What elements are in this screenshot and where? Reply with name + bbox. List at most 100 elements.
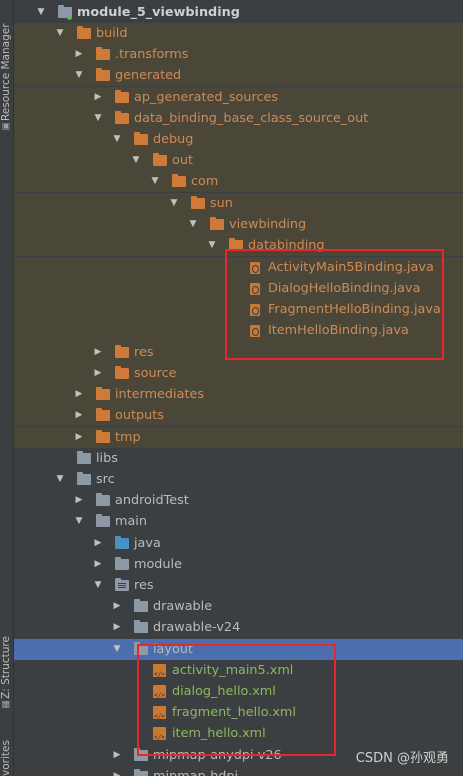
tree-node-intermediates[interactable]: ▶ intermediates — [14, 384, 463, 405]
folder-icon — [153, 153, 167, 166]
collapse-arrow-icon[interactable]: ▶ — [74, 427, 84, 448]
tree-node-java[interactable]: ▶ java — [14, 533, 463, 554]
tree-node-outputs[interactable]: ▶ outputs — [14, 405, 463, 426]
expand-arrow-icon[interactable]: ▼ — [150, 171, 160, 192]
tree-node-label: source — [134, 366, 177, 381]
expand-arrow-icon[interactable]: ▼ — [188, 214, 198, 235]
folder-icon — [115, 90, 129, 103]
resource-manager-tab[interactable]: ▣ Resource Manager — [0, 4, 13, 134]
tree-node-label: sun — [210, 196, 233, 211]
tree-node-label: androidTest — [115, 493, 189, 508]
expand-arrow-icon[interactable]: ▼ — [55, 23, 65, 44]
resource-manager-icon: ▣ — [1, 121, 11, 131]
tree-node-label: module — [134, 557, 182, 572]
folder-icon — [96, 408, 110, 421]
expand-arrow-icon[interactable]: ▼ — [207, 235, 217, 256]
collapse-arrow-icon[interactable]: ▶ — [93, 87, 103, 108]
tree-node-source[interactable]: ▶ source — [14, 363, 463, 384]
tree-node-label: .transforms — [115, 47, 189, 62]
folder-icon — [115, 345, 129, 358]
collapse-arrow-icon[interactable]: ▶ — [112, 745, 122, 766]
tree-node-module[interactable]: ▶ module — [14, 554, 463, 575]
expand-arrow-icon[interactable]: ▼ — [112, 639, 122, 660]
collapse-arrow-icon[interactable]: ▶ — [93, 533, 103, 554]
watermark: CSDN @孙观勇 — [355, 751, 449, 766]
tree-node-label: java — [134, 536, 161, 551]
expand-arrow-icon[interactable]: ▼ — [169, 193, 179, 214]
structure-icon: ▦ — [1, 699, 11, 709]
tree-node-drawable-v24[interactable]: ▶ drawable-v24 — [14, 617, 463, 638]
collapse-arrow-icon[interactable]: ▶ — [93, 554, 103, 575]
tree-node-sun[interactable]: ▼ sun — [14, 193, 463, 214]
tree-node-ap-generated-sources[interactable]: ▶ ap_generated_sources — [14, 87, 463, 108]
tree-node-debug[interactable]: ▼ debug — [14, 129, 463, 150]
favorites-label: vorites — [0, 740, 12, 776]
expand-arrow-icon[interactable]: ▼ — [93, 108, 103, 129]
tree-node-label: main — [115, 514, 147, 529]
folder-icon — [96, 47, 110, 60]
expand-arrow-icon[interactable]: ▼ — [74, 511, 84, 532]
left-tool-strip: ▣ Resource Manager ▦ Z: Structure vorite… — [0, 0, 14, 776]
expand-arrow-icon[interactable]: ▼ — [55, 469, 65, 490]
structure-label: Z: Structure — [0, 636, 12, 699]
tree-node-main[interactable]: ▼ main — [14, 511, 463, 532]
structure-tab[interactable]: ▦ Z: Structure — [0, 628, 13, 712]
collapse-arrow-icon[interactable]: ▶ — [74, 490, 84, 511]
folder-icon — [77, 472, 91, 485]
tree-node-label: viewbinding — [229, 217, 307, 232]
tree-node-label: libs — [96, 451, 118, 466]
tree-node-build[interactable]: ▼ build — [14, 23, 463, 44]
tree-node-res[interactable]: ▼ res — [14, 575, 463, 596]
expand-arrow-icon[interactable]: ▼ — [74, 65, 84, 86]
annotation-box-layout-files — [137, 644, 336, 756]
tree-node-libs[interactable]: libs — [14, 448, 463, 469]
tree-node-label: data_binding_base_class_source_out — [134, 111, 369, 126]
collapse-arrow-icon[interactable]: ▶ — [112, 617, 122, 638]
collapse-arrow-icon[interactable]: ▶ — [74, 384, 84, 405]
folder-icon — [115, 557, 129, 570]
tree-node-label: src — [96, 472, 115, 487]
tree-node-mipmap-hdpi[interactable]: ▶ mipmap-hdpi — [14, 766, 463, 776]
tree-node-data-binding-out[interactable]: ▼ data_binding_base_class_source_out — [14, 108, 463, 129]
tree-node-android-test[interactable]: ▶ androidTest — [14, 490, 463, 511]
folder-icon — [210, 217, 224, 230]
folder-icon — [96, 387, 110, 400]
favorites-tab[interactable]: vorites — [0, 736, 13, 776]
folder-icon — [134, 620, 148, 633]
tree-node-out[interactable]: ▼ out — [14, 150, 463, 171]
annotation-box-binding-classes — [225, 249, 444, 360]
collapse-arrow-icon[interactable]: ▶ — [74, 44, 84, 65]
collapse-arrow-icon[interactable]: ▶ — [112, 596, 122, 617]
tree-node-label: outputs — [115, 408, 164, 423]
collapse-arrow-icon[interactable]: ▶ — [93, 342, 103, 363]
expand-arrow-icon[interactable]: ▼ — [93, 575, 103, 596]
tree-node-viewbinding[interactable]: ▼ viewbinding — [14, 214, 463, 235]
folder-icon — [77, 451, 91, 464]
folder-icon — [115, 366, 129, 379]
tree-node-label: res — [134, 578, 154, 593]
tree-node-transforms[interactable]: ▶ .transforms — [14, 44, 463, 65]
collapse-arrow-icon[interactable]: ▶ — [112, 766, 122, 776]
tree-node-label: com — [191, 174, 219, 189]
folder-icon — [172, 174, 186, 187]
expand-arrow-icon[interactable]: ▼ — [112, 129, 122, 150]
collapse-arrow-icon[interactable]: ▶ — [74, 405, 84, 426]
collapse-arrow-icon[interactable]: ▶ — [93, 363, 103, 384]
tree-node-label: tmp — [115, 430, 141, 445]
tree-node-com[interactable]: ▼ com — [14, 171, 463, 192]
tree-node-label: mipmap-hdpi — [153, 766, 238, 776]
tree-node-label: out — [172, 153, 193, 168]
tree-node-module-root[interactable]: ▼ module_5_viewbinding — [14, 2, 463, 23]
source-folder-icon — [115, 536, 129, 549]
tree-node-label: ap_generated_sources — [134, 90, 279, 105]
tree-node-src[interactable]: ▼ src — [14, 469, 463, 490]
tree-node-tmp[interactable]: ▶ tmp — [14, 427, 463, 448]
tree-node-generated[interactable]: ▼ generated — [14, 65, 463, 86]
tree-node-label: drawable — [153, 599, 213, 614]
tree-node-label: module_5_viewbinding — [77, 5, 240, 20]
expand-arrow-icon[interactable]: ▼ — [36, 2, 46, 23]
tree-node-drawable[interactable]: ▶ drawable — [14, 596, 463, 617]
tree-node-label: intermediates — [115, 387, 205, 402]
expand-arrow-icon[interactable]: ▼ — [131, 150, 141, 171]
folder-icon — [77, 26, 91, 39]
